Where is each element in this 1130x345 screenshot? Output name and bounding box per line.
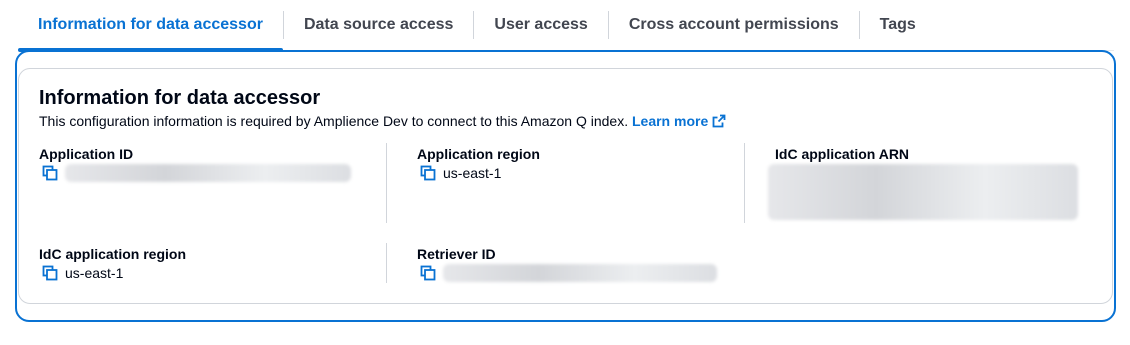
idc-application-region-value: us-east-1 (41, 264, 123, 282)
redacted-value (443, 264, 717, 282)
copy-icon[interactable] (41, 164, 59, 182)
application-region-label: Application region (417, 146, 540, 162)
retriever-id-label: Retriever ID (417, 246, 496, 262)
redacted-value (768, 164, 1078, 220)
tab-user-access[interactable]: User access (474, 0, 607, 50)
idc-application-region-label: IdC application region (39, 246, 187, 262)
tab-data-source-access[interactable]: Data source access (284, 0, 473, 50)
copy-icon[interactable] (419, 164, 437, 182)
tab-bar: Information for data accessor Data sourc… (18, 0, 1114, 52)
column-divider (386, 143, 387, 223)
copy-icon[interactable] (419, 264, 437, 282)
tab-information-for-data-accessor[interactable]: Information for data accessor (18, 0, 283, 52)
column-divider (386, 243, 387, 283)
description-text: This configuration information is requir… (39, 113, 629, 129)
retriever-id-value (419, 264, 717, 282)
tab-cross-account-permissions[interactable]: Cross account permissions (609, 0, 859, 50)
application-id-label: Application ID (39, 146, 134, 162)
application-region-text: us-east-1 (443, 165, 502, 181)
data-accessor-info-container: Information for data accessor This confi… (18, 68, 1113, 304)
redacted-value (65, 164, 351, 182)
application-region-value: us-east-1 (419, 164, 501, 182)
idc-application-arn-value (768, 164, 1078, 220)
column-divider (744, 143, 745, 223)
external-link-icon (712, 114, 726, 131)
idc-application-arn-label: IdC application ARN (775, 146, 910, 162)
panel-title: Information for data accessor (39, 87, 321, 109)
application-id-value (41, 164, 351, 182)
learn-more-link[interactable]: Learn more (632, 113, 726, 129)
panel-description: This configuration information is requir… (39, 113, 726, 131)
copy-icon[interactable] (41, 264, 59, 282)
learn-more-label: Learn more (631, 113, 709, 129)
idc-application-region-text: us-east-1 (65, 265, 124, 281)
tab-tags[interactable]: Tags (860, 0, 936, 50)
